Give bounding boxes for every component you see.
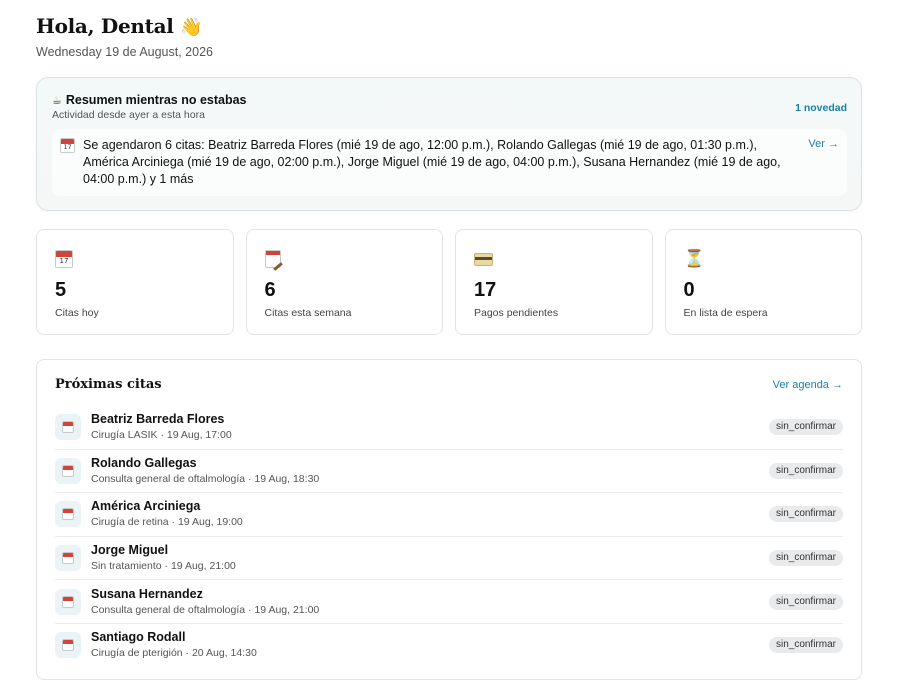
dashboard-page: Hola, Dental 👋 Wednesday 19 de August, 2… bbox=[0, 0, 900, 680]
appointment-meta: Sin tratamiento · 19 Aug, 21:00 bbox=[91, 560, 236, 573]
appointment-icon-box bbox=[55, 588, 81, 615]
stat-value: 5 bbox=[55, 279, 67, 301]
calendar-icon bbox=[62, 421, 74, 434]
appointment-info: Rolando Gallegas Consulta general de ofta… bbox=[91, 456, 769, 486]
appointment-row[interactable]: Santiago Rodall Cirugía de pterigión · 20… bbox=[55, 624, 843, 667]
patient-name: Santiago Rodall bbox=[91, 630, 186, 645]
upcoming-appointments-panel: Próximas citas Ver agenda → Beatriz Barr… bbox=[36, 359, 862, 680]
status-badge: sin_confirmar bbox=[768, 506, 843, 523]
patient-name: Jorge Miguel bbox=[91, 543, 169, 558]
calendar-icon: 17 bbox=[55, 250, 73, 268]
appointment-icon-box bbox=[55, 632, 81, 659]
calendar-icon bbox=[62, 464, 74, 477]
credit-card-icon bbox=[474, 252, 493, 266]
summary-title: Resumen mientras no estabas bbox=[65, 93, 247, 107]
status-badge: sin_confirmar bbox=[768, 462, 843, 479]
status-badge: sin_confirmar bbox=[768, 637, 843, 654]
appointment-meta: Cirugía LASIK · 19 Aug, 17:00 bbox=[91, 429, 232, 442]
notepad-pencil-icon bbox=[264, 250, 283, 271]
calendar-icon bbox=[62, 639, 74, 652]
stat-value: 17 bbox=[474, 279, 497, 301]
view-agenda-link[interactable]: Ver agenda → bbox=[773, 379, 843, 391]
new-count-badge: 1 novedad bbox=[795, 102, 847, 114]
appointment-icon-box bbox=[55, 414, 81, 441]
patient-name: Susana Hernandez bbox=[91, 586, 203, 601]
stat-label: Pagos pendientes bbox=[474, 307, 559, 319]
patient-name: Rolando Gallegas bbox=[91, 455, 197, 470]
coffee-icon: ☕ bbox=[52, 94, 62, 107]
calendar-icon: 17 bbox=[60, 138, 75, 153]
summary-item-text: Se agendaron 6 citas: Beatriz Barreda Fl… bbox=[83, 138, 781, 186]
status-badge: sin_confirmar bbox=[768, 419, 843, 436]
stat-label: Citas esta semana bbox=[264, 307, 352, 319]
patient-name: América Arciniega bbox=[91, 499, 201, 514]
appointment-info: Beatriz Barreda Flores Cirugía LASIK · 19… bbox=[91, 412, 769, 442]
appointment-info: Jorge Miguel Sin tratamiento · 19 Aug, 21… bbox=[91, 543, 769, 573]
summary-header: ☕ Resumen mientras no estabas Actividad … bbox=[52, 93, 847, 121]
appointment-row[interactable]: Beatriz Barreda Flores Cirugía LASIK · 19… bbox=[55, 406, 843, 450]
appointment-icon-box bbox=[55, 545, 81, 572]
stat-label: En lista de espera bbox=[683, 307, 768, 319]
patient-name: Beatriz Barreda Flores bbox=[91, 412, 225, 427]
summary-subtitle: Actividad desde ayer a esta hora bbox=[52, 109, 205, 121]
appointment-info: Susana Hernandez Consulta general de ofta… bbox=[91, 587, 769, 617]
appointment-meta: Consulta general de oftalmología · 19 Au… bbox=[91, 603, 320, 616]
stat-value: 0 bbox=[683, 279, 695, 301]
summary-panel: ☕ Resumen mientras no estabas Actividad … bbox=[36, 77, 862, 211]
stat-card-citas-hoy[interactable]: 17 5 Citas hoy bbox=[36, 229, 234, 335]
appointment-row[interactable]: América Arciniega Cirugía de retina · 19 … bbox=[55, 493, 843, 537]
status-badge: sin_confirmar bbox=[768, 550, 843, 567]
waving-hand-icon: 👋 bbox=[180, 17, 203, 38]
calendar-icon-number: 17 bbox=[63, 143, 72, 151]
summary-title-row: ☕ Resumen mientras no estabas bbox=[52, 93, 247, 107]
calendar-icon-number: 17 bbox=[59, 257, 69, 265]
stat-card-citas-semana[interactable]: 6 Citas esta semana bbox=[245, 229, 443, 335]
appointment-list: Beatriz Barreda Flores Cirugía LASIK · 19… bbox=[55, 406, 843, 667]
appointment-icon-box bbox=[55, 501, 81, 528]
appointment-meta: Consulta general de oftalmología · 19 Au… bbox=[91, 472, 320, 485]
calendar-icon bbox=[62, 552, 74, 565]
current-date: Wednesday 19 de August, 2026 bbox=[36, 45, 213, 59]
status-badge: sin_confirmar bbox=[768, 593, 843, 610]
stat-value: 6 bbox=[264, 279, 276, 301]
upcoming-header: Próximas citas Ver agenda → bbox=[55, 377, 843, 392]
appointment-icon-box bbox=[55, 457, 81, 484]
greeting-text: Hola, Dental bbox=[36, 14, 174, 38]
appointment-meta: Cirugía de pterigión · 20 Aug, 14:30 bbox=[91, 647, 257, 660]
appointment-info: América Arciniega Cirugía de retina · 19 … bbox=[91, 499, 769, 529]
appointment-info: Santiago Rodall Cirugía de pterigión · 20… bbox=[91, 630, 769, 660]
hourglass-icon: ⏳ bbox=[683, 249, 705, 269]
summary-heading-group: ☕ Resumen mientras no estabas Actividad … bbox=[52, 93, 247, 121]
appointment-meta: Cirugía de retina · 19 Aug, 19:00 bbox=[91, 516, 243, 529]
calendar-icon bbox=[62, 508, 74, 521]
appointment-row[interactable]: Jorge Miguel Sin tratamiento · 19 Aug, 21… bbox=[55, 537, 843, 581]
summary-item: 17 Se agendaron 6 citas: Beatriz Barreda… bbox=[52, 129, 847, 196]
appointment-row[interactable]: Rolando Gallegas Consulta general de ofta… bbox=[55, 450, 843, 494]
stat-card-pagos-pendientes[interactable]: 17 Pagos pendientes bbox=[455, 229, 653, 335]
stat-label: Citas hoy bbox=[55, 307, 99, 319]
stats-row: 17 5 Citas hoy 6 Citas esta semana 17 Pa… bbox=[36, 229, 862, 335]
greeting-heading: Hola, Dental 👋 bbox=[36, 14, 864, 40]
stat-card-lista-espera[interactable]: ⏳ 0 En lista de espera bbox=[664, 229, 862, 335]
upcoming-title: Próximas citas bbox=[55, 377, 162, 392]
calendar-icon bbox=[62, 595, 74, 608]
appointment-row[interactable]: Susana Hernandez Consulta general de ofta… bbox=[55, 580, 843, 624]
summary-view-link[interactable]: Ver → bbox=[808, 138, 839, 150]
